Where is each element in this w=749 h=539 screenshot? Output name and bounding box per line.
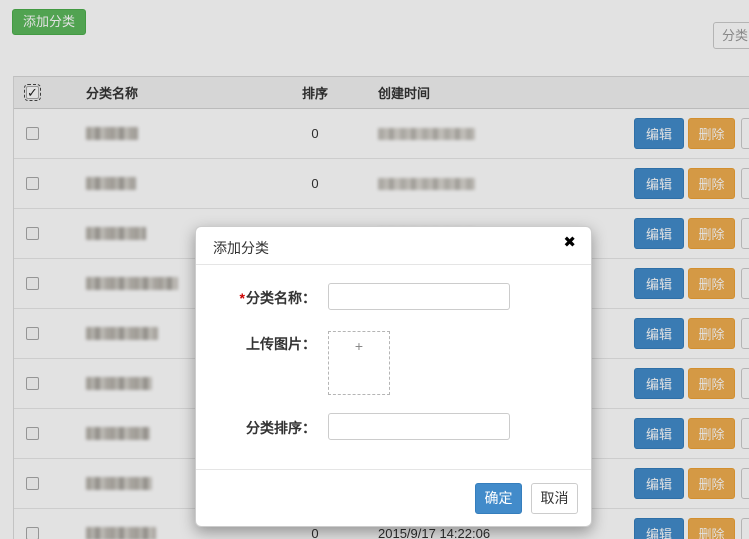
- confirm-button[interactable]: 确定: [475, 483, 522, 514]
- category-sort-label: 分类排序：: [196, 418, 316, 438]
- plus-icon: +: [329, 338, 389, 354]
- cancel-button[interactable]: 取消: [531, 483, 578, 514]
- add-category-modal: 添加分类 ✖ *分类名称： 上传图片： + 分类排序： 确定 取消: [195, 226, 592, 527]
- category-sort-input[interactable]: [328, 413, 510, 440]
- modal-footer: 确定 取消: [196, 469, 591, 526]
- category-name-input[interactable]: [328, 283, 510, 310]
- close-icon[interactable]: ✖: [563, 235, 576, 250]
- modal-header: 添加分类 ✖: [196, 227, 591, 265]
- required-asterisk: *: [240, 290, 245, 306]
- category-management-page: 添加分类 ✓ 分类名称 排序 创建时间 0 编辑 删除: [0, 0, 749, 539]
- category-name-label: *分类名称：: [196, 288, 316, 308]
- modal-title: 添加分类: [213, 238, 269, 258]
- upload-image-label: 上传图片：: [196, 334, 316, 354]
- image-upload-dropzone[interactable]: +: [328, 331, 390, 395]
- modal-body: *分类名称： 上传图片： + 分类排序：: [196, 265, 591, 470]
